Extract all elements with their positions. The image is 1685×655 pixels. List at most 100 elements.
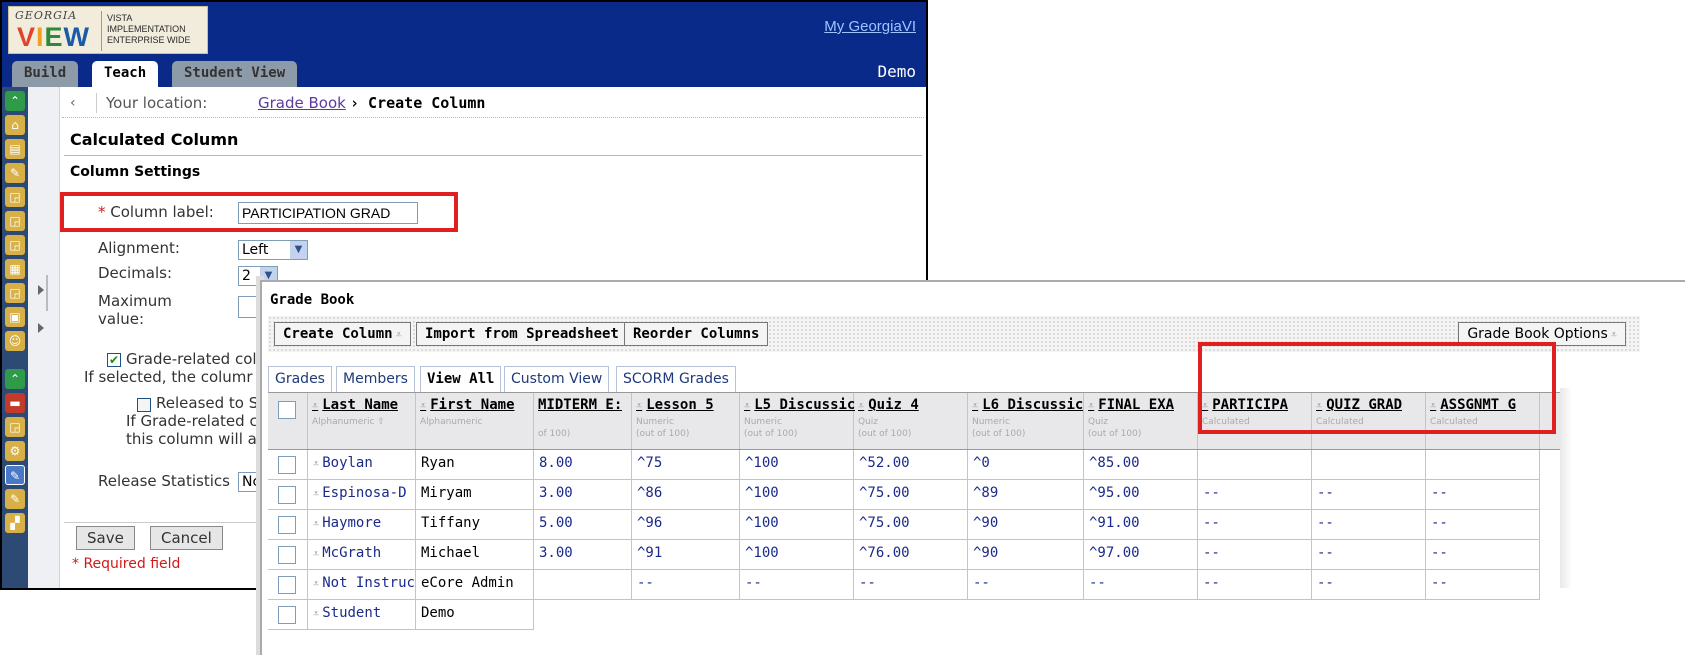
tab-view-all[interactable]: View All: [420, 366, 502, 392]
row-checkbox[interactable]: [278, 516, 296, 534]
grade-cell[interactable]: [1198, 450, 1312, 480]
grade-cell[interactable]: --: [1312, 510, 1426, 540]
column-header-l6-discussion[interactable]: ⩡ L6 Discussic Numeric (out of 100): [968, 393, 1084, 449]
grade-cell[interactable]: --: [1198, 510, 1312, 540]
grade-cell[interactable]: --: [1198, 480, 1312, 510]
my-georgiaview-link[interactable]: My GeorgiaVI: [824, 18, 916, 35]
grade-cell[interactable]: --: [1426, 480, 1540, 510]
grade-cell[interactable]: ^86: [632, 480, 740, 510]
tool-icon-6[interactable]: ▣: [5, 307, 25, 327]
grade-cell[interactable]: --: [968, 570, 1084, 600]
last-name-cell[interactable]: ⩡ McGrath: [308, 540, 416, 570]
tool-icon-9[interactable]: ✎: [5, 489, 25, 509]
grade-book-icon[interactable]: ✎: [5, 465, 25, 485]
save-button[interactable]: Save: [76, 526, 135, 550]
content-icon[interactable]: ▤: [5, 139, 25, 159]
column-header-lesson-5[interactable]: ⩡ Lesson 5 Numeric (out of 100): [632, 393, 740, 449]
collapse-up-icon-2[interactable]: ⌃: [5, 369, 25, 389]
users-icon[interactable]: ☺: [5, 331, 25, 351]
grade-cell[interactable]: ^76.00: [854, 540, 968, 570]
tool-icon-8[interactable]: ⚙: [5, 441, 25, 461]
row-checkbox[interactable]: [278, 486, 296, 504]
last-name-cell[interactable]: ⩡ Haymore: [308, 510, 416, 540]
book-icon[interactable]: ▬: [5, 393, 25, 413]
column-header-quiz-4[interactable]: ⩡ Quiz 4 Quiz (out of 100): [854, 393, 968, 449]
grade-cell[interactable]: --: [1312, 570, 1426, 600]
grade-cell[interactable]: 3.00: [534, 540, 632, 570]
row-checkbox[interactable]: [278, 576, 296, 594]
rail-splitter[interactable]: [28, 87, 60, 588]
grade-cell[interactable]: ^90: [968, 510, 1084, 540]
grade-cell[interactable]: ^52.00: [854, 450, 968, 480]
tab-teach[interactable]: Teach: [92, 61, 159, 87]
grade-cell[interactable]: ^75.00: [854, 510, 968, 540]
column-header-first-name[interactable]: ⩡ First Name Alphanumeric: [416, 393, 534, 449]
grade-cell[interactable]: ^96: [632, 510, 740, 540]
tool-icon-1[interactable]: ◲: [5, 187, 25, 207]
grade-cell[interactable]: ^85.00: [1084, 450, 1198, 480]
grade-cell[interactable]: 3.00: [534, 480, 632, 510]
import-spreadsheet-button[interactable]: Import from Spreadsheet: [416, 322, 628, 346]
grade-cell[interactable]: ^95.00: [1084, 480, 1198, 510]
grade-cell[interactable]: --: [632, 570, 740, 600]
grade-cell[interactable]: [534, 570, 632, 600]
grade-cell[interactable]: --: [1312, 480, 1426, 510]
grade-cell[interactable]: --: [740, 570, 854, 600]
select-all-checkbox[interactable]: [278, 401, 296, 419]
tab-student-view[interactable]: Student View: [172, 61, 298, 87]
chart-icon[interactable]: ▞: [5, 513, 25, 533]
tool-icon-7[interactable]: ◲: [5, 417, 25, 437]
create-column-button[interactable]: Create Column ⩡: [274, 322, 411, 346]
grade-cell[interactable]: --: [1198, 570, 1312, 600]
grade-cell[interactable]: --: [1084, 570, 1198, 600]
column-header-l5-discussion[interactable]: ⩡ L5 Discussic Numeric (out of 100): [740, 393, 855, 449]
home-icon[interactable]: ⌂: [5, 115, 25, 135]
splitter-handle[interactable]: [46, 275, 48, 311]
grade-cell[interactable]: --: [1426, 510, 1540, 540]
grade-cell[interactable]: ^75: [632, 450, 740, 480]
row-checkbox[interactable]: [278, 456, 296, 474]
grade-cell[interactable]: [1312, 450, 1426, 480]
grade-cell[interactable]: --: [1426, 540, 1540, 570]
expand-arrow-icon[interactable]: [38, 285, 44, 295]
tool-icon-3[interactable]: ◲: [5, 235, 25, 255]
tab-build[interactable]: Build: [12, 61, 79, 87]
last-name-cell[interactable]: ⩡ Boylan: [308, 450, 416, 480]
grade-cell[interactable]: ^100: [740, 540, 854, 570]
grade-cell[interactable]: ^100: [740, 510, 854, 540]
row-checkbox[interactable]: [278, 546, 296, 564]
grade-cell[interactable]: ^100: [740, 480, 854, 510]
grade-cell[interactable]: ^90: [968, 540, 1084, 570]
tool-icon-5[interactable]: ◲: [5, 283, 25, 303]
row-menu-icon[interactable]: ⩡: [313, 547, 319, 560]
tool-icon-4[interactable]: ▦: [5, 259, 25, 279]
grade-cell[interactable]: [1426, 450, 1540, 480]
column-header-final-exam[interactable]: ⩡ FINAL EXA Quiz (out of 100): [1084, 393, 1198, 449]
grade-cell[interactable]: ^97.00: [1084, 540, 1198, 570]
grade-cell[interactable]: --: [1198, 540, 1312, 570]
grade-cell[interactable]: ^91.00: [1084, 510, 1198, 540]
cancel-button[interactable]: Cancel: [150, 526, 223, 550]
tab-custom-view[interactable]: Custom View: [504, 366, 610, 392]
row-menu-icon[interactable]: ⩡: [313, 577, 319, 590]
column-header-last-name[interactable]: ⩡ Last Name Alphanumeric ⇧: [308, 393, 416, 449]
grade-cell[interactable]: 8.00: [534, 450, 632, 480]
breadcrumb-gradebook-link[interactable]: Grade Book: [258, 94, 346, 112]
grade-cell[interactable]: ^100: [740, 450, 854, 480]
tab-members[interactable]: Members: [336, 366, 415, 392]
alignment-select[interactable]: Left ▼: [238, 240, 308, 260]
grade-cell[interactable]: ^89: [968, 480, 1084, 510]
grade-cell[interactable]: --: [854, 570, 968, 600]
reorder-columns-button[interactable]: Reorder Columns: [624, 322, 769, 346]
released-checkbox[interactable]: [137, 398, 151, 412]
row-menu-icon[interactable]: ⩡: [313, 517, 319, 530]
row-menu-icon[interactable]: ⩡: [313, 457, 319, 470]
grade-cell[interactable]: --: [1426, 570, 1540, 600]
grade-cell[interactable]: --: [1312, 540, 1426, 570]
expand-arrow-icon-2[interactable]: [38, 323, 44, 333]
tab-grades[interactable]: Grades: [268, 366, 332, 392]
grade-cell[interactable]: 5.00: [534, 510, 632, 540]
pin-icon[interactable]: ✎: [5, 163, 25, 183]
column-header-midterm[interactable]: MIDTERM E: of 100): [534, 393, 632, 449]
last-name-cell[interactable]: ⩡ Student: [308, 600, 416, 630]
